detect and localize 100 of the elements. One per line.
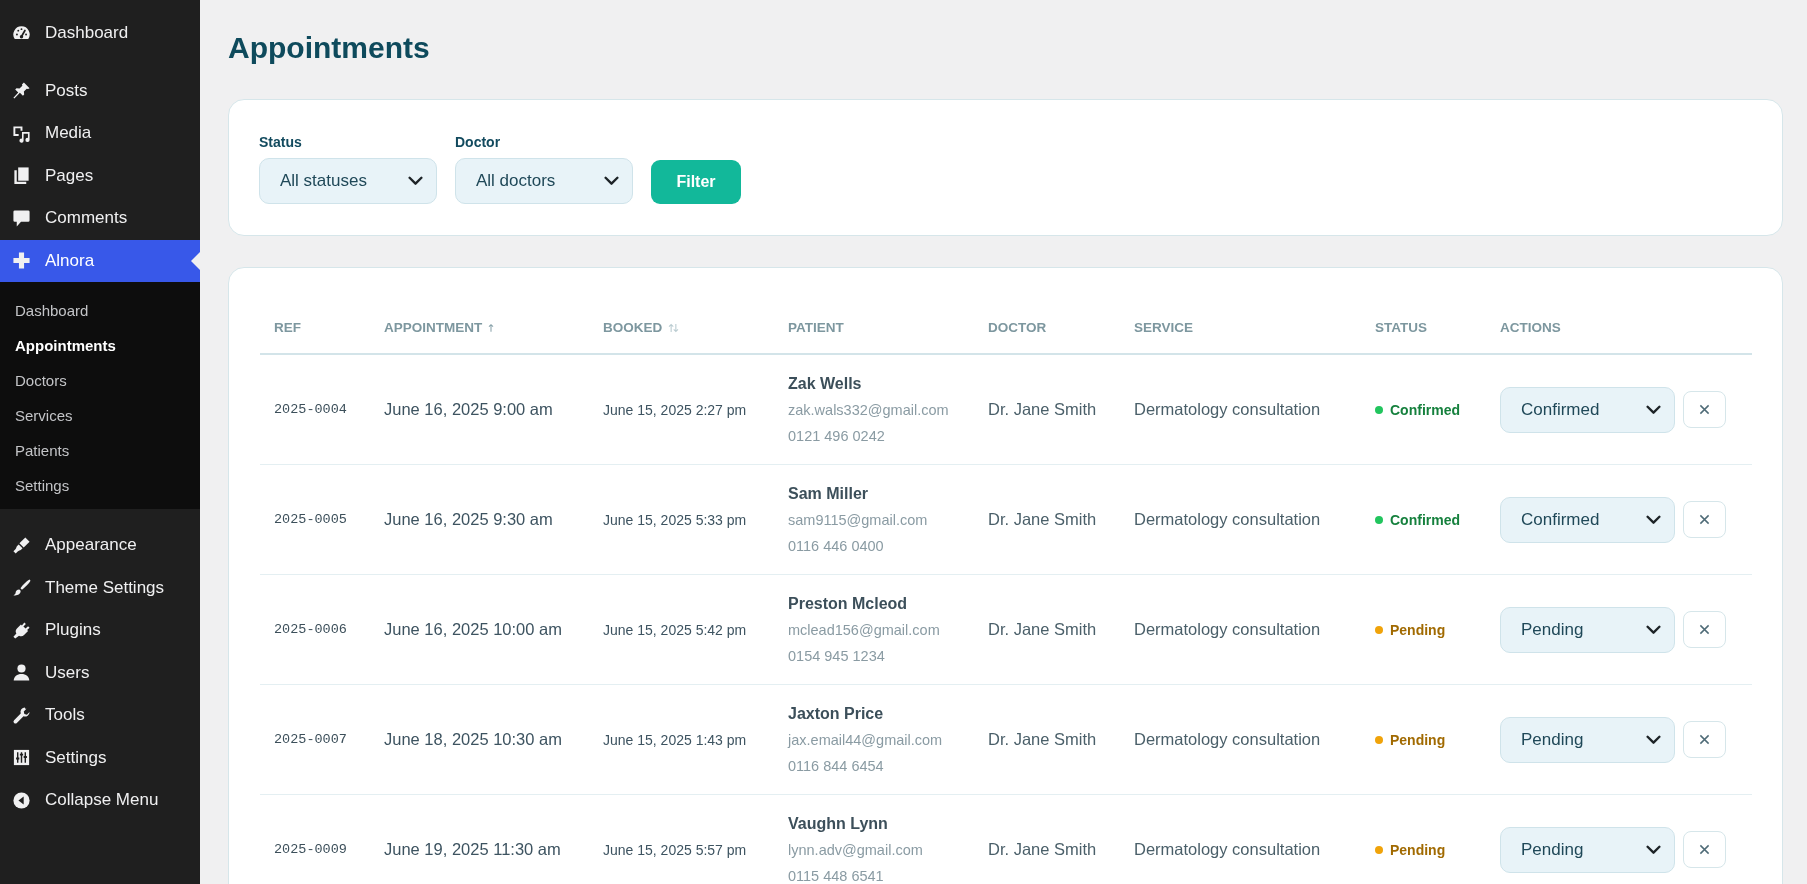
plug-icon: [12, 620, 31, 640]
close-icon: [1699, 624, 1710, 635]
menu-item[interactable]: Alnora: [0, 239, 200, 282]
plus-icon: [12, 251, 31, 271]
patient-phone: 0115 448 6541: [788, 866, 884, 884]
menu-item[interactable]: Dashboard: [0, 12, 200, 55]
submenu-item[interactable]: Settings: [15, 477, 70, 494]
pushpin-icon: [12, 81, 31, 101]
chevron-down-icon: [1646, 844, 1661, 855]
patient-name: Vaughn Lynn: [788, 813, 888, 834]
status-label: Pending: [1390, 841, 1446, 858]
booked-time: June 15, 2025 2:27 pm: [603, 401, 747, 418]
remove-button[interactable]: [1683, 721, 1726, 758]
status-label: Confirmed: [1390, 401, 1460, 418]
submenu-item[interactable]: Patients: [15, 442, 70, 459]
menu-item[interactable]: Users: [0, 651, 200, 694]
appointment-time: June 16, 2025 9:30 am: [384, 510, 553, 529]
booked-time: June 15, 2025 5:33 pm: [603, 511, 747, 528]
doctor-name: Dr. Jane Smith: [988, 400, 1097, 419]
menu-item[interactable]: Pages: [0, 154, 200, 197]
brush-icon: [12, 578, 31, 598]
pages-icon: [12, 166, 31, 186]
patient-phone: 0116 844 6454: [788, 756, 884, 776]
service-name: Dermatology consultation: [1134, 510, 1321, 529]
appointment-time: June 19, 2025 11:30 am: [384, 840, 561, 859]
submenu-item[interactable]: Doctors: [15, 372, 67, 389]
menu-item[interactable]: Comments: [0, 197, 200, 240]
menu-item[interactable]: Appearance: [0, 524, 200, 567]
service-name: Dermatology consultation: [1134, 400, 1321, 419]
person-icon: [12, 663, 31, 683]
submenu-item[interactable]: Services: [15, 407, 73, 424]
patient-name: Sam Miller: [788, 483, 869, 504]
patient-email: lynn.adv@gmail.com: [788, 840, 923, 860]
patient-phone: 0154 945 1234: [788, 646, 885, 666]
remove-button[interactable]: [1683, 391, 1726, 428]
chevron-down-icon: [604, 176, 619, 186]
column-header: PATIENT: [788, 320, 844, 335]
service-name: Dermatology consultation: [1134, 840, 1321, 859]
paintbrush-icon: [12, 535, 31, 555]
menu-item[interactable]: Settings: [0, 736, 200, 779]
reference-number: 2025-0004: [274, 402, 347, 417]
filter-label: Status: [259, 133, 302, 151]
column-header: STATUS: [1375, 320, 1427, 335]
column-header: SERVICE: [1134, 320, 1194, 335]
patient-email: jax.email44@gmail.com: [788, 730, 943, 750]
remove-button[interactable]: [1683, 501, 1726, 538]
reference-number: 2025-0006: [274, 622, 347, 637]
page-title: Appointments: [228, 30, 431, 66]
column-header: DOCTOR: [988, 320, 1047, 335]
menu-item[interactable]: Plugins: [0, 609, 200, 652]
patient-name: Preston Mcleod: [788, 593, 908, 614]
status-select[interactable]: Pending: [1500, 826, 1675, 873]
chevron-down-icon: [1646, 404, 1661, 415]
appointment-time: June 16, 2025 9:00 am: [384, 400, 553, 419]
close-icon: [1699, 514, 1710, 525]
patient-name: Zak Wells: [788, 373, 862, 394]
patient-name: Jaxton Price: [788, 703, 884, 724]
column-header: REF: [274, 320, 301, 335]
sliders-icon: [12, 748, 31, 768]
collapse-menu-button[interactable]: Collapse Menu: [0, 779, 200, 822]
circle-caret-left-icon: [12, 790, 31, 810]
submenu-item[interactable]: Dashboard: [15, 302, 89, 319]
close-icon: [1699, 404, 1710, 415]
status-select[interactable]: Confirmed: [1500, 386, 1675, 433]
close-icon: [1699, 734, 1710, 745]
status-label: Confirmed: [1390, 511, 1460, 528]
filter-select[interactable]: All statuses: [259, 158, 437, 204]
status-label: Pending: [1390, 731, 1446, 748]
remove-button[interactable]: [1683, 611, 1726, 648]
doctor-name: Dr. Jane Smith: [988, 510, 1097, 529]
booked-time: June 15, 2025 5:57 pm: [603, 841, 747, 858]
doctor-name: Dr. Jane Smith: [988, 620, 1097, 639]
filter-label: Doctor: [455, 133, 501, 151]
appointment-time: June 18, 2025 10:30 am: [384, 730, 562, 749]
status-select[interactable]: Confirmed: [1500, 496, 1675, 543]
status-select[interactable]: Pending: [1500, 716, 1675, 763]
chevron-down-icon: [1646, 624, 1661, 635]
reference-number: 2025-0005: [274, 512, 347, 527]
reference-number: 2025-0007: [274, 732, 347, 747]
menu-item[interactable]: Tools: [0, 694, 200, 737]
remove-button[interactable]: [1683, 831, 1726, 868]
booked-time: June 15, 2025 5:42 pm: [603, 621, 747, 638]
patient-email: sam9115@gmail.com: [788, 510, 928, 530]
chevron-down-icon: [408, 176, 423, 186]
menu-item[interactable]: Posts: [0, 69, 200, 112]
menu-item[interactable]: Media: [0, 112, 200, 155]
booked-time: June 15, 2025 1:43 pm: [603, 731, 747, 748]
menu-item[interactable]: Theme Settings: [0, 566, 200, 609]
service-name: Dermatology consultation: [1134, 620, 1321, 639]
chevron-down-icon: [1646, 514, 1661, 525]
patient-phone: 0116 446 0400: [788, 536, 884, 556]
service-name: Dermatology consultation: [1134, 730, 1321, 749]
chevron-down-icon: [1646, 734, 1661, 745]
patient-email: zak.wals332@gmail.com: [788, 400, 949, 420]
doctor-name: Dr. Jane Smith: [988, 840, 1097, 859]
status-label: Pending: [1390, 621, 1446, 638]
status-select[interactable]: Pending: [1500, 606, 1675, 653]
filter-select[interactable]: All doctors: [455, 158, 633, 204]
submenu-item[interactable]: Appointments: [15, 337, 116, 354]
doctor-name: Dr. Jane Smith: [988, 730, 1097, 749]
